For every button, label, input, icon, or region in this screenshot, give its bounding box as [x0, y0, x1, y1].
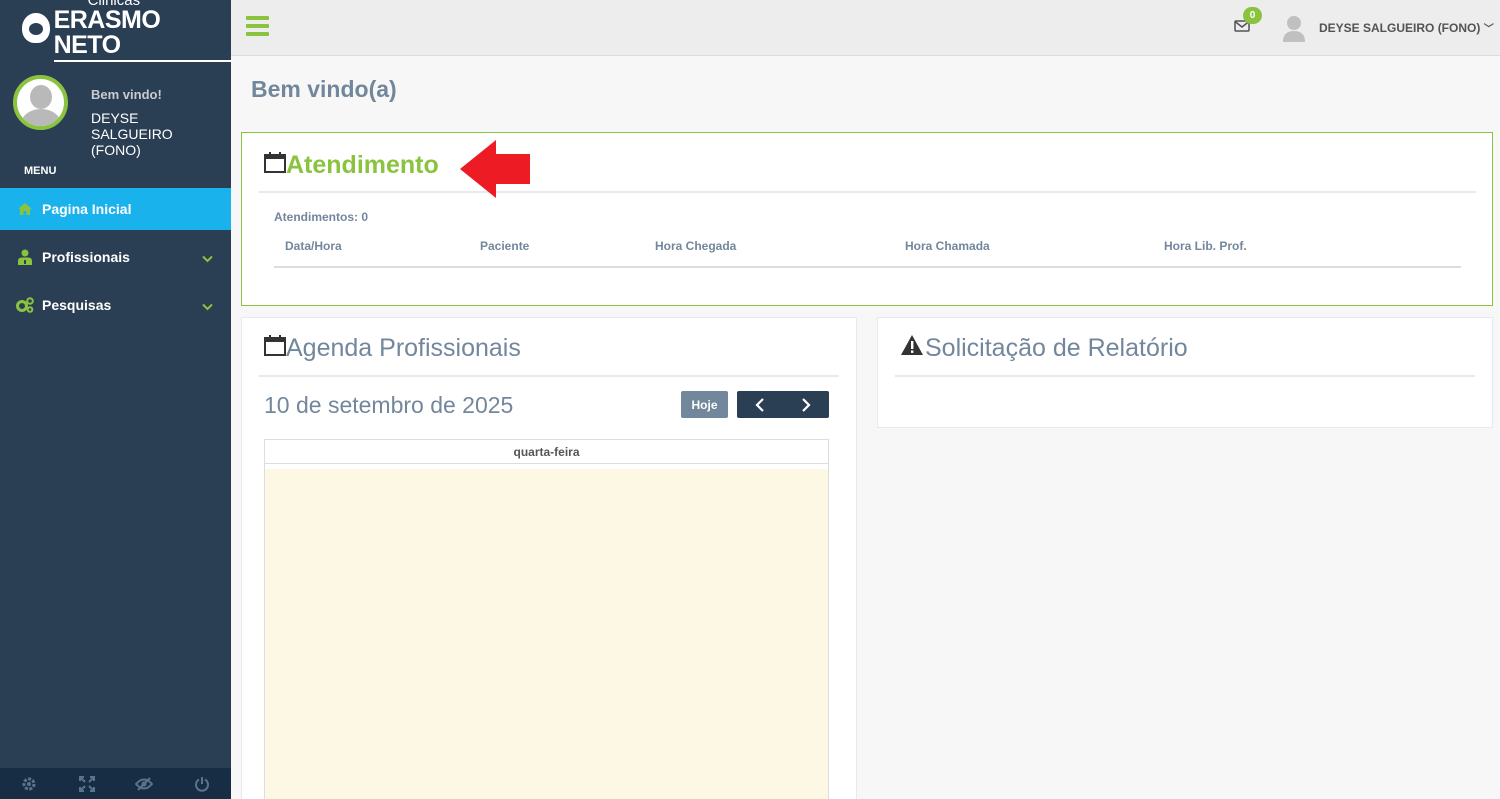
table-divider	[274, 266, 1461, 268]
chevron-down-icon	[202, 250, 213, 266]
chevron-right-icon	[802, 397, 811, 412]
profile-name: DEYSE SALGUEIRO (FONO)	[91, 110, 173, 158]
calendar-nav-group	[737, 391, 829, 418]
calendar-icon	[264, 334, 286, 363]
divider	[259, 375, 839, 377]
settings-icon[interactable]	[0, 768, 57, 799]
column-header[interactable]: Hora Chegada	[655, 239, 736, 253]
chevron-down-icon: ﹀	[1483, 24, 1494, 35]
next-button[interactable]	[783, 391, 829, 418]
atendimentos-count: Atendimentos: 0	[274, 210, 369, 224]
top-nav: 0 DEYSE SALGUEIRO (FONO) ﹀	[231, 0, 1500, 56]
sidebar-item-pesquisas[interactable]: Pesquisas	[0, 284, 231, 326]
calendar-date-heading: 10 de setembro de 2025	[264, 392, 514, 418]
agenda-title: Agenda Profissionais	[286, 334, 521, 362]
user-menu[interactable]: DEYSE SALGUEIRO (FONO) ﹀	[1319, 20, 1494, 35]
fullscreen-icon[interactable]	[58, 768, 115, 799]
sidebar-item-profissionais[interactable]: Profissionais	[0, 236, 231, 278]
sidebar-item-label: Pesquisas	[42, 297, 112, 313]
arrow-left-icon	[460, 140, 532, 203]
cogs-icon	[16, 297, 34, 313]
power-icon[interactable]	[174, 768, 231, 799]
sidebar: Clinicas ERASMO NETO Bem vindo! DEYSE SA…	[0, 0, 231, 799]
column-header[interactable]: Hora Lib. Prof.	[1164, 239, 1247, 253]
column-header[interactable]: Paciente	[480, 239, 529, 253]
sidebar-item-label: Pagina Inicial	[42, 201, 132, 217]
agenda-title-row: Agenda Profissionais	[264, 334, 521, 363]
agenda-panel: Agenda Profissionais 10 de setembro de 2…	[241, 317, 857, 799]
brand-logo[interactable]: Clinicas ERASMO NETO	[0, 0, 231, 62]
prev-button[interactable]	[737, 391, 783, 418]
sidebar-footer	[0, 768, 231, 799]
user-name: DEYSE SALGUEIRO (FONO)	[1319, 21, 1481, 35]
logo-face-icon	[22, 12, 50, 43]
notification-badge: 0	[1243, 7, 1262, 24]
column-header[interactable]: Hora Chamada	[905, 239, 990, 253]
atendimento-title-row: Atendimento	[264, 151, 439, 180]
eye-slash-icon[interactable]	[116, 768, 173, 799]
atendimento-title: Atendimento	[286, 151, 439, 179]
sidebar-item-label: Profissionais	[42, 249, 130, 265]
column-header[interactable]: Data/Hora	[285, 239, 342, 253]
today-button[interactable]: Hoje	[681, 391, 728, 418]
menu-label: MENU	[24, 165, 57, 177]
atendimento-panel: Atendimento Atendimentos: 0 Data/Hora Pa…	[241, 132, 1493, 306]
today-highlight	[265, 469, 828, 799]
user-avatar[interactable]	[1281, 14, 1307, 42]
calendar-icon	[264, 151, 286, 180]
divider	[895, 375, 1475, 377]
chevron-left-icon	[755, 397, 764, 412]
sidebar-nav: Pagina Inicial Profissionais Pesquisas	[0, 188, 231, 332]
relatorio-title: Solicitação de Relatório	[925, 334, 1188, 362]
brand-big: ERASMO NETO	[53, 8, 231, 62]
chevron-down-icon	[202, 298, 213, 314]
user-md-icon	[16, 249, 34, 265]
warning-icon	[900, 334, 924, 363]
page-title: Bem vindo(a)	[251, 76, 397, 102]
menu-toggle-icon[interactable]	[246, 16, 269, 36]
calendar-day-column[interactable]	[264, 464, 829, 799]
calendar-day-header: quarta-feira	[264, 439, 829, 464]
profile-block: Bem vindo! DEYSE SALGUEIRO (FONO)	[13, 75, 201, 158]
divider	[259, 191, 1476, 193]
welcome-text: Bem vindo!	[91, 87, 162, 102]
home-icon	[16, 201, 34, 217]
relatorio-panel: Solicitação de Relatório	[877, 317, 1493, 428]
relatorio-title-row: Solicitação de Relatório	[900, 334, 1188, 363]
avatar	[13, 75, 68, 130]
sidebar-item-pagina-inicial[interactable]: Pagina Inicial	[0, 188, 231, 230]
